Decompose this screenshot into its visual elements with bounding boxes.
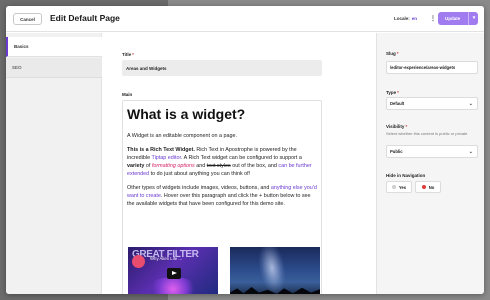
p2-of: of xyxy=(144,163,152,169)
locale-label: Locale: xyxy=(394,16,410,21)
visibility-label-text: Visibility xyxy=(386,124,405,129)
page-title: Edit Default Page xyxy=(50,13,120,23)
p2-bold: This is a Rich Text Widget. xyxy=(127,147,195,153)
content-paragraph-1: A Widget is an editable component on a p… xyxy=(127,133,237,139)
content-paragraph-3: Other types of widgets include images, v… xyxy=(127,184,317,208)
modal-header: Cancel Edit Default Page Locale: en ⋮ Upd… xyxy=(6,6,484,32)
p2-strike: text styles xyxy=(206,163,231,169)
type-select[interactable]: Default ⌄ xyxy=(386,97,478,110)
play-icon[interactable] xyxy=(167,268,181,279)
visibility-select[interactable]: Public ⌄ xyxy=(386,145,478,158)
type-value: Default xyxy=(390,101,405,106)
visibility-help: Select whether this content is public or… xyxy=(386,131,468,136)
night-sky-image[interactable] xyxy=(230,247,320,294)
radio-no-label: No xyxy=(428,184,435,190)
video-glow xyxy=(148,277,198,294)
more-options-icon[interactable]: ⋮ xyxy=(430,15,436,23)
update-button[interactable]: Update ▾ xyxy=(438,12,478,25)
sidebar-item-seo[interactable]: SEO xyxy=(6,58,102,78)
sidebar: Basics SEO xyxy=(6,33,102,294)
visibility-label: Visibility* xyxy=(386,124,407,129)
title-label-text: Title xyxy=(122,52,132,57)
p2-variety: variety xyxy=(127,163,145,169)
p2-d: to do just about anything you can think … xyxy=(149,171,251,177)
locale-value: en xyxy=(411,16,418,21)
locale-indicator[interactable]: Locale: en xyxy=(394,16,417,21)
main-content: Title* Areas and Widgets Main What is a … xyxy=(103,33,375,294)
required-mark: * xyxy=(396,51,399,56)
sidebar-item-label: SEO xyxy=(12,65,22,70)
chevron-down-icon: ⌄ xyxy=(468,149,473,155)
p2-and: and xyxy=(194,163,207,169)
p2-c: out of the box, and xyxy=(230,163,279,169)
tiptap-link[interactable]: Tiptap editor xyxy=(151,155,180,161)
media-row: GREAT FILTER Why Alien Life ... xyxy=(128,247,320,294)
p3-a: Other types of widgets include images, v… xyxy=(127,185,271,191)
settings-panel: Slug* /editor-experience/areas-widgets T… xyxy=(376,33,484,294)
content-heading: What is a widget? xyxy=(127,106,246,122)
type-label: Type* xyxy=(386,90,399,95)
radio-dot-yes xyxy=(391,185,396,189)
title-input[interactable]: Areas and Widgets xyxy=(122,60,322,76)
type-label-text: Type xyxy=(386,90,397,95)
video-thumbnail[interactable]: GREAT FILTER Why Alien Life ... xyxy=(128,247,218,294)
slug-input[interactable]: /editor-experience/areas-widgets xyxy=(386,61,478,74)
sidebar-item-basics[interactable]: Basics xyxy=(6,37,102,57)
hide-in-nav-options: Yes No xyxy=(386,181,444,193)
visibility-value: Public xyxy=(390,149,403,154)
radio-no[interactable]: No xyxy=(415,181,441,193)
main-label: Main xyxy=(122,92,133,97)
sidebar-item-label: Basics xyxy=(14,44,29,49)
p2-b: . A Rich Text widget can be configured t… xyxy=(180,155,302,161)
milky-way xyxy=(255,247,289,294)
video-caption: Why Alien Life ... xyxy=(150,256,183,261)
required-mark: * xyxy=(132,52,134,57)
chevron-down-icon: ⌄ xyxy=(468,101,473,107)
channel-avatar xyxy=(132,255,145,268)
radio-dot-no xyxy=(421,185,426,189)
update-divider xyxy=(468,12,469,25)
hide-in-nav-label: Hide in Navigation xyxy=(386,173,426,178)
slug-label-text: Slug xyxy=(386,51,396,56)
content-paragraph-2: This is a Rich Text Widget. Rich Text in… xyxy=(127,146,317,178)
chevron-down-icon[interactable]: ▾ xyxy=(470,12,478,25)
radio-yes[interactable]: Yes xyxy=(386,181,412,193)
rich-text-editor[interactable]: What is a widget? A Widget is an editabl… xyxy=(122,100,322,294)
slug-label: Slug* xyxy=(386,51,399,56)
radio-yes-label: Yes xyxy=(398,184,407,190)
edit-page-modal: Cancel Edit Default Page Locale: en ⋮ Upd… xyxy=(6,6,484,294)
required-mark: * xyxy=(405,124,408,129)
formatting-options-link[interactable]: formatting options xyxy=(152,163,195,169)
required-mark: * xyxy=(397,90,399,95)
cancel-button[interactable]: Cancel xyxy=(13,13,42,25)
update-label: Update xyxy=(445,16,461,21)
title-label: Title* xyxy=(122,52,134,57)
